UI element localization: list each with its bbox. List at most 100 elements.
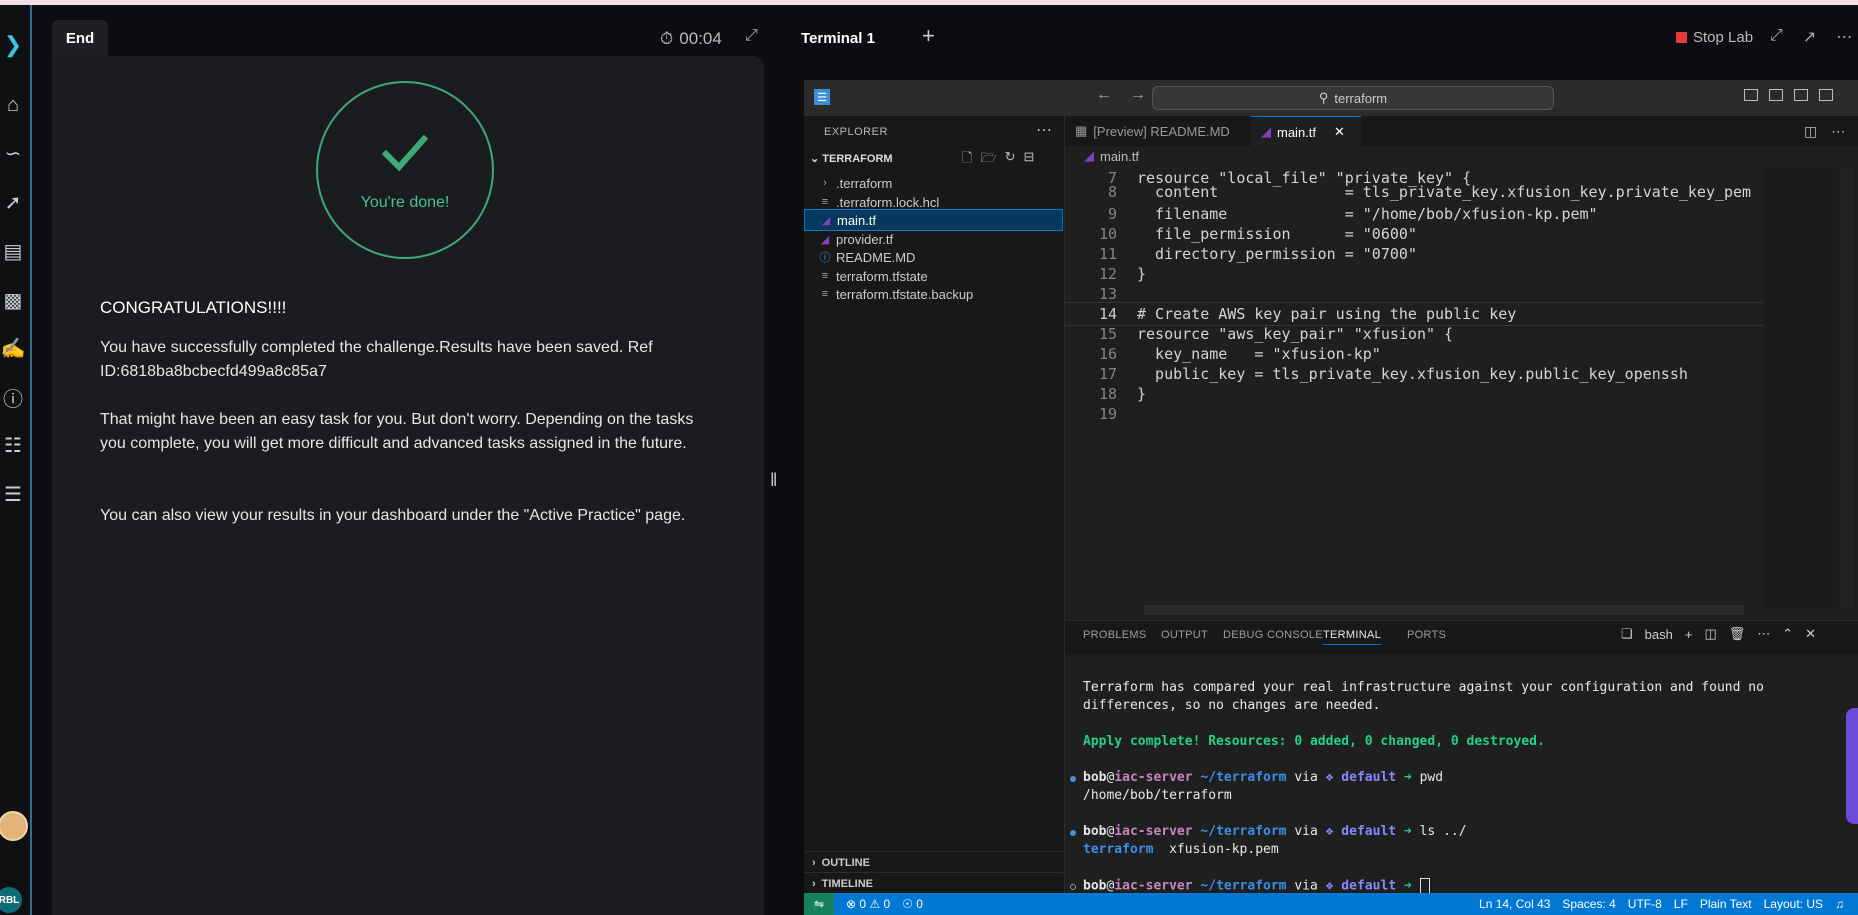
terminal-prompt: bob@iac-server ~/terraform via ❖ default… xyxy=(1083,824,1467,839)
more-icon[interactable]: ⋯ xyxy=(1036,120,1052,140)
stop-lab-label: Stop Lab xyxy=(1693,29,1754,46)
explorer-actions: 🗋 🗁 ↻ ⊟ xyxy=(962,149,1034,171)
maximize-panel-icon[interactable]: ⌃ xyxy=(1782,626,1793,642)
chevron-right-icon: › xyxy=(812,856,816,869)
code-line: 19 xyxy=(1098,405,1117,423)
cursor-position[interactable]: Ln 14, Col 43 xyxy=(1479,897,1550,911)
encoding[interactable]: UTF-8 xyxy=(1628,897,1662,911)
minimap[interactable] xyxy=(1764,168,1839,608)
vscode-logo-icon: ☰ xyxy=(814,89,830,105)
terminal-actions: ❏ bash + ◫ 🗑 ⋯ ⌃ ✕ xyxy=(1621,626,1816,642)
terminal[interactable]: Terraform has compared your real infrast… xyxy=(1065,655,1858,894)
tab-debug-console[interactable]: DEBUG CONSOLE xyxy=(1223,629,1323,641)
home-icon[interactable]: ⌂ xyxy=(0,92,26,118)
remote-icon[interactable]: ⇋ xyxy=(804,893,834,915)
shell-name[interactable]: bash xyxy=(1645,627,1673,642)
preview-icon: ▦ xyxy=(1075,123,1088,138)
tab-readme-preview[interactable]: ▦ [Preview] README.MD xyxy=(1075,116,1245,146)
expand-icon[interactable]: ⤢ xyxy=(745,27,758,45)
code-editor[interactable]: 7 resource "local_file" "private_key" { 8… xyxy=(1065,168,1765,593)
podium-icon[interactable]: ▩ xyxy=(0,287,26,313)
folder-header[interactable]: ⌄ TERRAFORM xyxy=(810,152,893,165)
tree-item-tfstate-backup[interactable]: ≡ terraform.tfstate.backup xyxy=(804,283,1063,305)
trash-icon[interactable]: 🗑 xyxy=(1729,626,1746,642)
breadcrumb[interactable]: ◢ main.tf xyxy=(1084,148,1139,164)
search-text: terraform xyxy=(1334,90,1388,106)
congrats-heading: CONGRATULATIONS!!!! xyxy=(100,298,287,317)
editor-scrollbar[interactable] xyxy=(1840,168,1854,608)
timeline-section[interactable]: › TIMELINE xyxy=(804,872,1063,894)
status-bar: ⇋ ⊗ 0 ⚠ 0 ☉ 0 Ln 14, Col 43 Spaces: 4 UT… xyxy=(804,893,1858,915)
tab-ports[interactable]: PORTS xyxy=(1407,629,1446,641)
stop-lab-button[interactable]: Stop Lab xyxy=(1676,29,1753,46)
resize-handle[interactable]: ‖ xyxy=(770,470,777,491)
refresh-icon[interactable]: ↻ xyxy=(1005,149,1016,171)
new-terminal-icon[interactable]: + xyxy=(1685,627,1693,642)
split-terminal-icon[interactable]: ◫ xyxy=(1704,626,1716,642)
bottom-panel: PROBLEMS OUTPUT DEBUG CONSOLE TERMINAL P… xyxy=(1065,620,1858,894)
route-icon[interactable]: ∽ xyxy=(0,140,26,166)
end-of-line[interactable]: LF xyxy=(1674,897,1688,911)
timer: ⏱ 00:04 xyxy=(660,29,722,49)
command-search[interactable]: ⚲ terraform xyxy=(1152,86,1554,110)
new-file-icon[interactable]: 🗋 xyxy=(962,149,972,171)
tab-terminal-1[interactable]: Terminal 1 xyxy=(788,20,888,56)
info-message: That might have been an easy task for yo… xyxy=(100,411,694,452)
forum-icon[interactable]: ☰ xyxy=(0,481,26,507)
book-icon[interactable]: ☷ xyxy=(0,432,26,458)
result-message: You have successfully completed the chal… xyxy=(100,339,653,380)
lines-icon: ≡ xyxy=(821,270,829,282)
sidebar-toggle-icon[interactable] xyxy=(1769,89,1783,101)
indentation[interactable]: Spaces: 4 xyxy=(1562,897,1615,911)
keyboard-layout[interactable]: Layout: US xyxy=(1764,897,1823,911)
logo-icon[interactable]: ❯ xyxy=(0,32,26,58)
more-icon[interactable]: ⋯ xyxy=(1831,123,1845,140)
horizontal-scrollbar[interactable] xyxy=(1144,605,1744,615)
terminal-output: terraform xfusion-kp.pem xyxy=(1083,842,1279,857)
lines-icon: ≡ xyxy=(821,196,829,208)
titlebar: ☰ ← → ⚲ terraform xyxy=(804,80,1858,117)
user-badge[interactable]: RBL xyxy=(0,887,22,913)
forward-icon[interactable]: → xyxy=(1130,86,1146,104)
terminal-cursor xyxy=(1419,878,1430,894)
close-panel-icon[interactable]: ✕ xyxy=(1805,626,1816,642)
expand-icon[interactable]: ⤢ xyxy=(1770,27,1783,47)
collapse-icon[interactable]: ⊟ xyxy=(1023,149,1034,171)
new-folder-icon[interactable]: 🗁 xyxy=(980,149,996,171)
avatar[interactable] xyxy=(0,811,28,841)
back-icon[interactable]: ← xyxy=(1096,86,1112,104)
chevron-right-icon: › xyxy=(812,877,816,890)
outline-section[interactable]: › OUTLINE xyxy=(804,851,1063,873)
ports-status[interactable]: ☉ 0 xyxy=(902,897,923,911)
explorer-sidebar: EXPLORER ⋯ ⌄ TERRAFORM 🗋 🗁 ↻ ⊟ › .terraf… xyxy=(804,116,1065,893)
chart-icon[interactable]: ➚ xyxy=(0,189,26,215)
split-editor-icon[interactable]: ◫ xyxy=(1804,123,1817,140)
bell-icon[interactable]: ♫ xyxy=(1835,897,1844,911)
editor-actions: ◫ ⋯ xyxy=(1804,123,1845,140)
tab-end[interactable]: End xyxy=(52,20,108,56)
problems-count[interactable]: ⊗ 0 ⚠ 0 xyxy=(846,897,890,911)
side-drawer-tab[interactable] xyxy=(1846,708,1858,824)
explorer-title: EXPLORER xyxy=(824,126,888,138)
panel-toggle-icon[interactable] xyxy=(1794,89,1808,101)
tab-output[interactable]: OUTPUT xyxy=(1161,629,1208,641)
chat-icon[interactable]: ✍ xyxy=(0,335,26,361)
film-icon[interactable]: ▤ xyxy=(0,238,26,264)
add-tab-button[interactable]: + xyxy=(922,23,935,49)
command-pending-icon xyxy=(1070,884,1076,890)
open-external-icon[interactable]: ↗ xyxy=(1803,27,1816,47)
close-icon[interactable]: ✕ xyxy=(1334,124,1345,140)
code-line: 8 content = tls_private_key.xfusion_key.… xyxy=(1107,183,1752,201)
tab-terminal[interactable]: TERMINAL xyxy=(1323,629,1382,645)
layout-icon[interactable] xyxy=(1744,89,1758,101)
lines-icon: ≡ xyxy=(821,288,829,300)
more-icon[interactable]: ⋯ xyxy=(1836,27,1852,47)
tab-problems[interactable]: PROBLEMS xyxy=(1083,629,1147,641)
more-icon[interactable]: ⋯ xyxy=(1757,626,1770,642)
language-mode[interactable]: Plain Text xyxy=(1700,897,1752,911)
vscode-window: ☰ ← → ⚲ terraform EXPLORER ⋯ ⌄ TERRAFORM… xyxy=(804,80,1858,915)
secondary-sidebar-icon[interactable] xyxy=(1819,89,1833,101)
info-icon[interactable]: ⓘ xyxy=(0,384,26,411)
terminal-prompt: bob@iac-server ~/terraform via ❖ default… xyxy=(1083,770,1444,785)
tab-main-tf[interactable]: ◢ main.tf ✕ xyxy=(1251,116,1361,147)
